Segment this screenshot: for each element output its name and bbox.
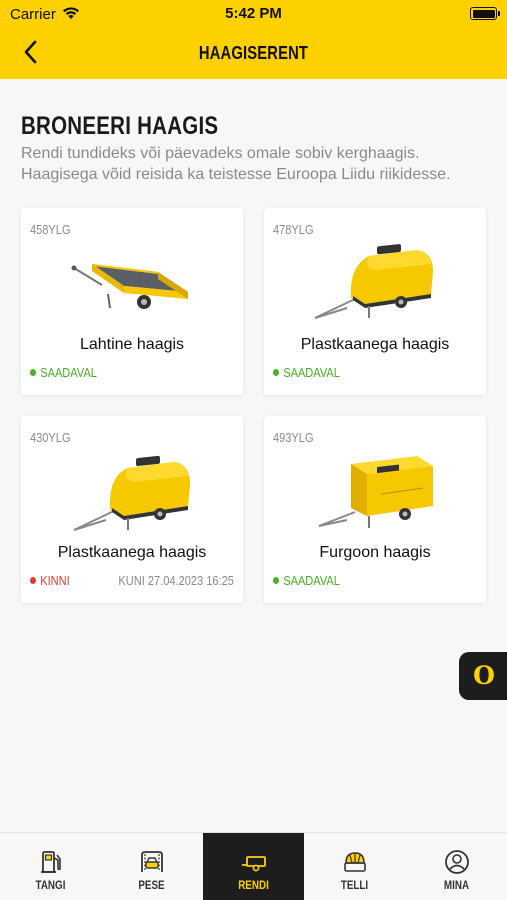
status-text: SAADAVAL: [283, 573, 340, 588]
status-text: KINNI: [40, 573, 70, 588]
box-trailer-image: [318, 456, 433, 528]
tab-label: TELLI: [340, 878, 369, 892]
trailer-card[interactable]: 430YLG Plastkaanega haagis KINNI KUNI 27…: [21, 416, 243, 603]
clock: 5:42 PM: [225, 5, 282, 22]
trailer-name: Lahtine haagis: [79, 336, 185, 353]
tab-telli[interactable]: TELLI: [304, 833, 405, 900]
trailer-name: Plastkaanega haagis: [300, 336, 450, 353]
booked-until: KUNI 27.04.2023 16:25: [118, 573, 234, 588]
tab-label: MINA: [443, 878, 470, 892]
trailer-name: Furgoon haagis: [319, 544, 431, 561]
trailer-code: 478YLG: [273, 222, 314, 237]
section-heading: BRONEERI HAAGIS: [21, 112, 219, 140]
status-text: SAADAVAL: [40, 365, 97, 380]
status-badge: SAADAVAL: [30, 365, 97, 380]
status-dot: [30, 577, 36, 584]
status-dot: [273, 577, 279, 584]
status-badge: SAADAVAL: [273, 573, 340, 588]
status-bar: Carrier 5:42 PM: [0, 0, 507, 28]
tab-pese[interactable]: PESE: [101, 833, 202, 900]
status-badge: KINNI: [30, 573, 70, 588]
covered-trailer-image: [314, 244, 433, 319]
bottom-tab-bar: TANGI PESE RENDI TELLI MINA: [0, 832, 507, 900]
covered-trailer-image: [73, 455, 190, 531]
status-dot: [30, 369, 36, 376]
trailer-card[interactable]: 458YLG Lahtine haagis SAADAVAL: [21, 208, 243, 395]
trailer-card[interactable]: 493YLG Furgoon haagis SAADAVAL: [264, 416, 486, 603]
olerex-logo-icon: O: [473, 661, 495, 690]
tab-rendi[interactable]: RENDI: [203, 833, 304, 900]
trailer-icon: [242, 856, 266, 872]
tab-label: PESE: [138, 878, 165, 892]
section-description: Rendi tundideks või päevadeks omale sobi…: [21, 145, 451, 183]
status-text: SAADAVAL: [283, 365, 340, 380]
trailer-name: Plastkaanega haagis: [57, 544, 207, 561]
status-badge: SAADAVAL: [273, 365, 340, 380]
user-icon: [445, 850, 469, 874]
top-bar: Carrier 5:42 PM HAAGISERENT: [0, 0, 507, 79]
page-title: HAAGISERENT: [198, 43, 309, 63]
open-trailer-image: [71, 264, 188, 309]
chevron-left-icon[interactable]: [18, 38, 46, 66]
tab-label: TANGI: [35, 878, 66, 892]
status-dot: [273, 369, 279, 376]
trailer-code: 430YLG: [30, 430, 71, 445]
order-icon: [344, 852, 366, 872]
trailer-code: 493YLG: [273, 430, 314, 445]
trailer-code: 458YLG: [30, 222, 71, 237]
fuel-pump-icon: [41, 851, 61, 873]
tab-mina[interactable]: MINA: [406, 833, 507, 900]
car-wash-icon: [141, 851, 163, 872]
tab-label: RENDI: [238, 878, 269, 892]
tab-tangi[interactable]: TANGI: [0, 833, 101, 900]
trailer-card[interactable]: 478YLG Plastkaanega haagis SAADAVAL: [264, 208, 486, 395]
battery-icon: [470, 7, 500, 20]
olerex-floating-button[interactable]: O: [459, 652, 507, 700]
